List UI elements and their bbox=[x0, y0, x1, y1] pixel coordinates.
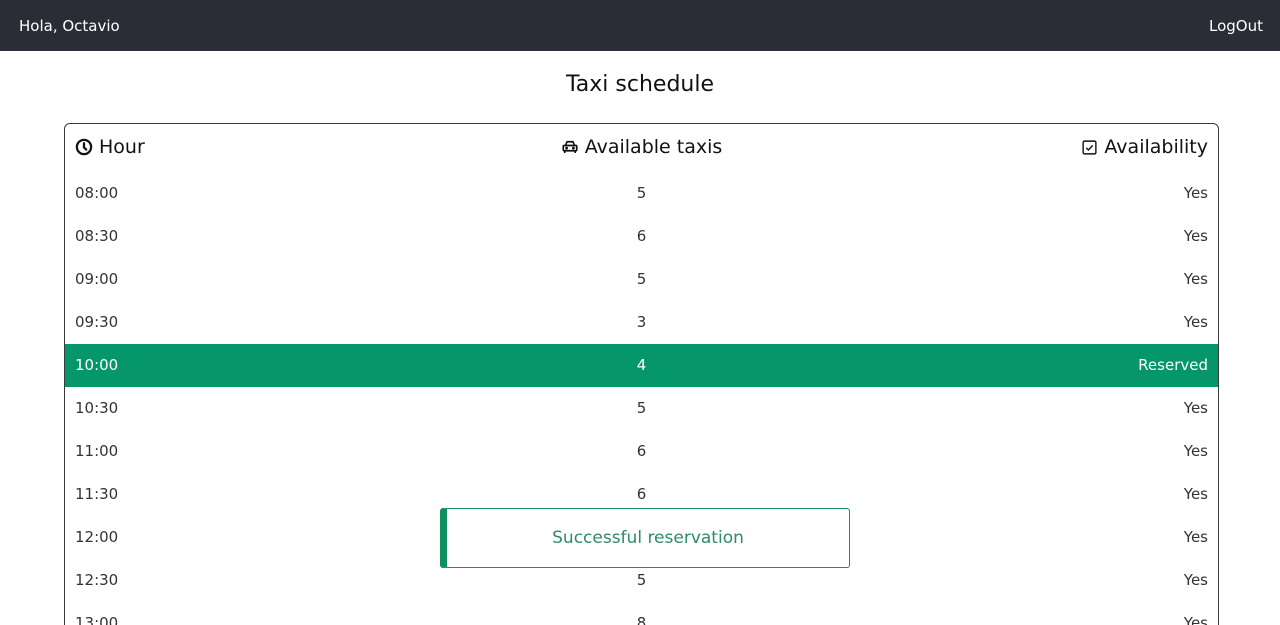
header-available-taxis: Available taxis bbox=[65, 136, 1218, 158]
cell-availability: Yes bbox=[1183, 442, 1208, 460]
cell-availability: Yes bbox=[1183, 313, 1208, 331]
toast-message: Successful reservation bbox=[552, 528, 744, 548]
cell-hour: 12:00 bbox=[75, 528, 119, 546]
cell-availability: Yes bbox=[1183, 399, 1208, 417]
header-availability: Availability bbox=[1081, 136, 1208, 158]
table-row-reserved[interactable]: 10:00 4 Reserved bbox=[65, 344, 1218, 387]
cell-availability: Yes bbox=[1183, 485, 1208, 503]
table-row[interactable]: 13:00 8 Yes bbox=[65, 602, 1218, 625]
cell-taxis: 3 bbox=[636, 313, 647, 331]
car-icon bbox=[561, 138, 579, 156]
header-availability-label: Availability bbox=[1104, 136, 1208, 158]
cell-taxis: 5 bbox=[636, 399, 647, 417]
header-taxis-label: Available taxis bbox=[584, 136, 723, 158]
cell-availability: Yes bbox=[1183, 270, 1208, 288]
cell-taxis: 5 bbox=[636, 270, 647, 288]
table-row[interactable]: 08:30 6 Yes bbox=[65, 215, 1218, 258]
cell-taxis: 5 bbox=[636, 184, 647, 202]
top-navbar: Hola, Octavio LogOut bbox=[0, 0, 1280, 51]
cell-taxis: 6 bbox=[636, 485, 647, 503]
cell-availability: Reserved bbox=[1138, 356, 1208, 374]
cell-taxis: 4 bbox=[636, 356, 647, 374]
table-row[interactable]: 08:00 5 Yes bbox=[65, 172, 1218, 215]
cell-availability: Yes bbox=[1183, 571, 1208, 589]
cell-availability: Yes bbox=[1183, 614, 1208, 625]
success-toast: Successful reservation bbox=[440, 508, 850, 568]
cell-availability: Yes bbox=[1183, 528, 1208, 546]
cell-taxis: 5 bbox=[636, 571, 647, 589]
table-row[interactable]: 11:00 6 Yes bbox=[65, 430, 1218, 473]
table-row[interactable]: 09:30 3 Yes bbox=[65, 301, 1218, 344]
greeting-text: Hola, Octavio bbox=[19, 16, 120, 35]
page-title: Taxi schedule bbox=[566, 72, 714, 97]
cell-taxis: 6 bbox=[636, 227, 647, 245]
logout-link[interactable]: LogOut bbox=[1209, 17, 1263, 35]
cell-taxis: 8 bbox=[636, 614, 647, 625]
table-row[interactable]: 09:00 5 Yes bbox=[65, 258, 1218, 301]
table-row[interactable]: 10:30 5 Yes bbox=[65, 387, 1218, 430]
table-header: Hour Available taxis Availability bbox=[65, 124, 1218, 172]
cell-availability: Yes bbox=[1183, 184, 1208, 202]
cell-availability: Yes bbox=[1183, 227, 1208, 245]
cell-taxis: 6 bbox=[636, 442, 647, 460]
checkbox-icon bbox=[1081, 139, 1098, 156]
